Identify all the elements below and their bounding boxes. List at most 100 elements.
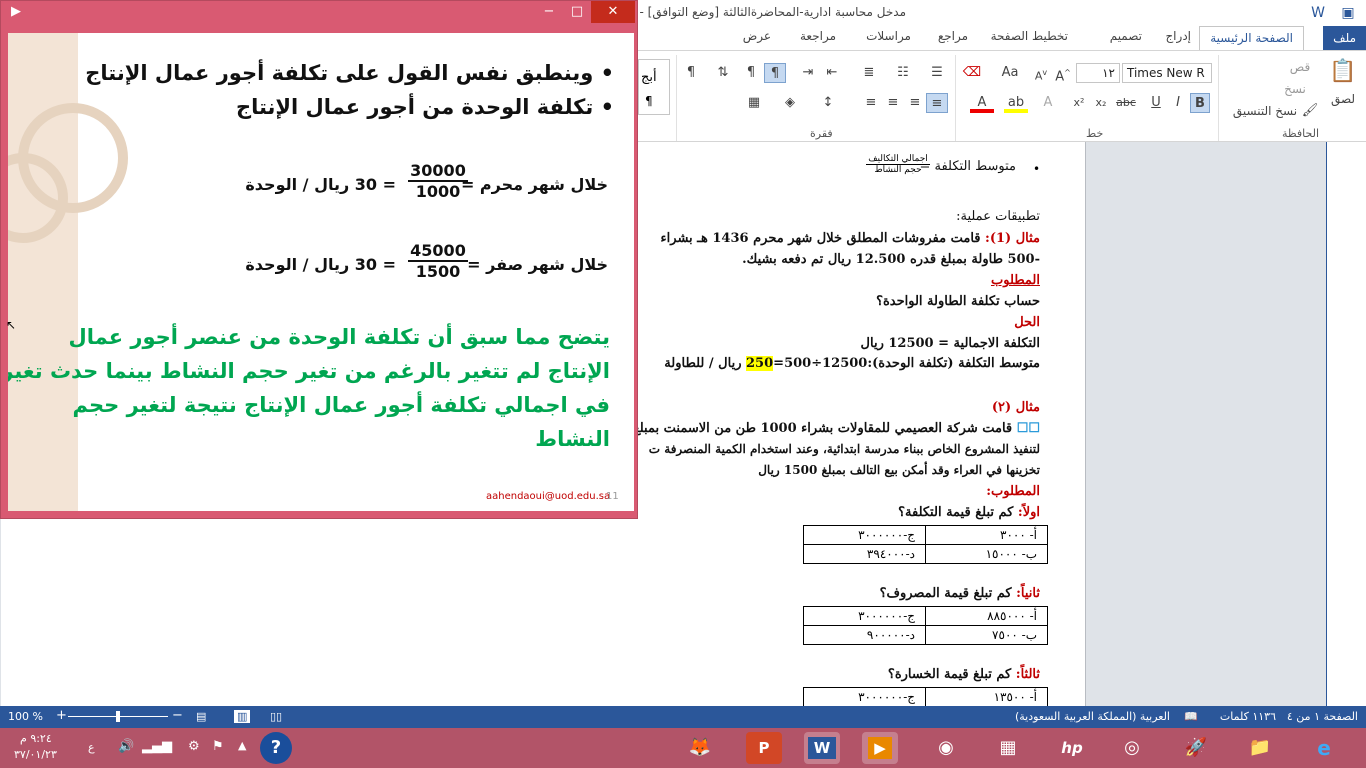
align-right-button[interactable]: ≡: [926, 93, 948, 113]
ltr-direction-icon[interactable]: ¶: [740, 63, 762, 83]
language-status[interactable]: العربية (المملكة العربية السعودية): [1015, 710, 1170, 723]
file-explorer-icon[interactable]: 📁: [1242, 732, 1278, 764]
numbering-icon[interactable]: ☷: [890, 63, 916, 83]
tab-mailings[interactable]: مراسلات: [866, 29, 911, 43]
align-left-button[interactable]: ≡: [882, 93, 904, 113]
italic-button[interactable]: I: [1168, 93, 1188, 113]
tab-layout[interactable]: تخطيط الصفحة: [991, 29, 1068, 43]
safar-fraction: 45000 1500: [408, 241, 468, 281]
web-layout-icon[interactable]: ▤: [196, 710, 206, 723]
slideshow-window[interactable]: ▶ − □ ✕ • وينطبق نفس القول على تكلفة أجو…: [0, 0, 638, 519]
show-marks-icon[interactable]: ¶: [680, 63, 702, 83]
shading-icon[interactable]: ◈: [778, 93, 802, 113]
clear-format-icon[interactable]: ⌫: [960, 63, 984, 83]
subscript-button[interactable]: x₂: [1092, 93, 1110, 113]
safar-result: = 30 ريال / الوحدة: [245, 255, 396, 274]
control-panel-icon[interactable]: ▦: [990, 732, 1026, 764]
justify-button[interactable]: ≡: [860, 93, 882, 113]
hp-icon[interactable]: hp: [1054, 732, 1090, 764]
slide[interactable]: • وينطبق نفس القول على تكلفة أجور عمال ا…: [8, 33, 634, 511]
line-spacing-icon[interactable]: ↕: [816, 93, 840, 113]
example1-text: قامت مفروشات المطلق خلال شهر محرم 1436 ه…: [660, 231, 986, 246]
word-taskbar-icon[interactable]: W: [804, 732, 840, 764]
bullets-icon[interactable]: ☰: [924, 63, 950, 83]
checkbox-icon: ☐☐: [1016, 421, 1040, 436]
align-center-button[interactable]: ≡: [904, 93, 926, 113]
minimize-button[interactable]: −: [535, 1, 563, 23]
paste-button[interactable]: لصق: [1326, 89, 1360, 109]
firefox-icon[interactable]: 🦊: [682, 732, 718, 764]
window-title: مدخل محاسبة ادارية-المحاضرةالثالثة [وضع …: [605, 5, 906, 19]
avg-cost-line: متوسط التكلفة (تكلفة الوحدة):12500÷500=2…: [664, 356, 1040, 371]
zoom-level[interactable]: 100 %: [8, 710, 43, 723]
tab-view[interactable]: عرض: [743, 29, 771, 43]
rtl-direction-icon[interactable]: ¶: [764, 63, 786, 83]
copy-button[interactable]: نسخ: [1270, 79, 1320, 99]
paste-icon[interactable]: 📋: [1326, 57, 1360, 87]
text-effects-icon[interactable]: A: [1038, 93, 1058, 113]
volume-icon[interactable]: 🔊: [118, 739, 134, 754]
avg-cost-numerator: اجمالي التكاليف: [866, 154, 930, 165]
superscript-button[interactable]: x²: [1070, 93, 1088, 113]
bold-button[interactable]: B: [1190, 93, 1210, 113]
multilevel-icon[interactable]: ≣: [856, 63, 882, 83]
taskbar: ٩:٢٤ م ٣٧/٠١/٢٣ ع 🔊 ▂▄▆ ⚙ ⚑ ▲ ? 🦊 P W ▶ …: [0, 728, 1366, 768]
increase-indent-icon[interactable]: ⇥: [796, 63, 820, 83]
zoom-slider-thumb[interactable]: [116, 711, 120, 722]
powerpoint-icon[interactable]: P: [746, 732, 782, 764]
example2-line2: لتنفيذ المشروع الخاص ببناء مدرسة ابتدائي…: [648, 442, 1040, 456]
read-mode-icon[interactable]: ▯▯: [270, 710, 282, 723]
tab-design[interactable]: تصميم: [1110, 29, 1142, 43]
zoom-in-icon[interactable]: +: [56, 708, 67, 723]
table-row: ب- ٧٥٠٠ د-٩٠٠٠٠٠: [803, 625, 1048, 645]
change-case-icon[interactable]: Aa: [998, 63, 1022, 83]
tab-insert[interactable]: إدراج: [1165, 29, 1191, 43]
tab-file[interactable]: ملف: [1323, 26, 1366, 50]
sort-icon[interactable]: ⇅: [712, 63, 734, 83]
close-button[interactable]: ✕: [591, 1, 635, 23]
tab-review[interactable]: مراجعة: [800, 29, 836, 43]
maximize-button[interactable]: □: [563, 1, 591, 23]
grow-font-icon[interactable]: A^: [1054, 63, 1072, 84]
font-size-combo[interactable]: ١٢: [1076, 63, 1120, 83]
show-hidden-icons[interactable]: ▲: [238, 739, 246, 752]
media-icon[interactable]: ◎: [1114, 732, 1150, 764]
paragraph-mark-icon: ¶: [645, 94, 653, 108]
table-row: أ- ١٣٥٠٠ ج-٣٠٠٠٠٠٠: [803, 687, 1048, 707]
format-painter-button[interactable]: نسخ التنسيق: [1225, 101, 1305, 121]
status-bar: الصفحة ١ من ٤ ١١٣٦ كلمات 📖 العربية (المم…: [0, 706, 1366, 728]
word-logo-icon: W: [1311, 5, 1325, 21]
q3-line: ثالثاً: كم تبلغ قيمة الخسارة؟: [887, 667, 1040, 682]
decrease-indent-icon[interactable]: ⇤: [820, 63, 844, 83]
tab-home[interactable]: الصفحة الرئيسية: [1199, 26, 1304, 51]
cut-button[interactable]: قص: [1280, 57, 1320, 77]
chrome-icon[interactable]: ◉: [928, 732, 964, 764]
page-count[interactable]: الصفحة ١ من ٤: [1287, 710, 1358, 723]
launcher-icon[interactable]: 🚀: [1178, 732, 1214, 764]
table-row: أ- ٨٨٥٠٠٠ ج-٣٠٠٠٠٠٠: [803, 606, 1048, 626]
font-name-combo[interactable]: Times New R: [1122, 63, 1212, 83]
underline-button[interactable]: U: [1146, 93, 1166, 113]
proofing-icon[interactable]: 📖: [1184, 710, 1198, 723]
highlight-icon[interactable]: ab: [1004, 93, 1028, 113]
clock-time[interactable]: ٩:٢٤ م: [20, 732, 52, 745]
save-icon[interactable]: ▣: [1338, 3, 1358, 23]
tray-app-icon[interactable]: ⚙: [188, 739, 200, 754]
clock-date[interactable]: ٣٧/٠١/٢٣: [14, 748, 57, 761]
borders-icon[interactable]: ▦: [742, 93, 766, 113]
shrink-font-icon[interactable]: Av: [1032, 63, 1050, 83]
tray-flag-icon[interactable]: ⚑: [212, 739, 224, 754]
font-color-icon[interactable]: A: [970, 93, 994, 113]
input-language[interactable]: ع: [88, 741, 95, 754]
muharram-result: = 30 ريال / الوحدة: [245, 175, 396, 194]
strikethrough-button[interactable]: abc: [1112, 93, 1140, 113]
tab-references[interactable]: مراجع: [938, 29, 968, 43]
slideshow-taskbar-icon[interactable]: ▶: [862, 732, 898, 764]
styles-gallery[interactable]: أبج ¶: [638, 59, 670, 115]
zoom-out-icon[interactable]: −: [172, 708, 183, 723]
print-layout-icon[interactable]: ▥: [234, 710, 251, 723]
word-count[interactable]: ١١٣٦ كلمات: [1220, 710, 1276, 723]
network-icon[interactable]: ▂▄▆: [142, 739, 172, 754]
help-icon[interactable]: ?: [260, 732, 292, 764]
internet-explorer-icon[interactable]: e: [1306, 732, 1342, 764]
